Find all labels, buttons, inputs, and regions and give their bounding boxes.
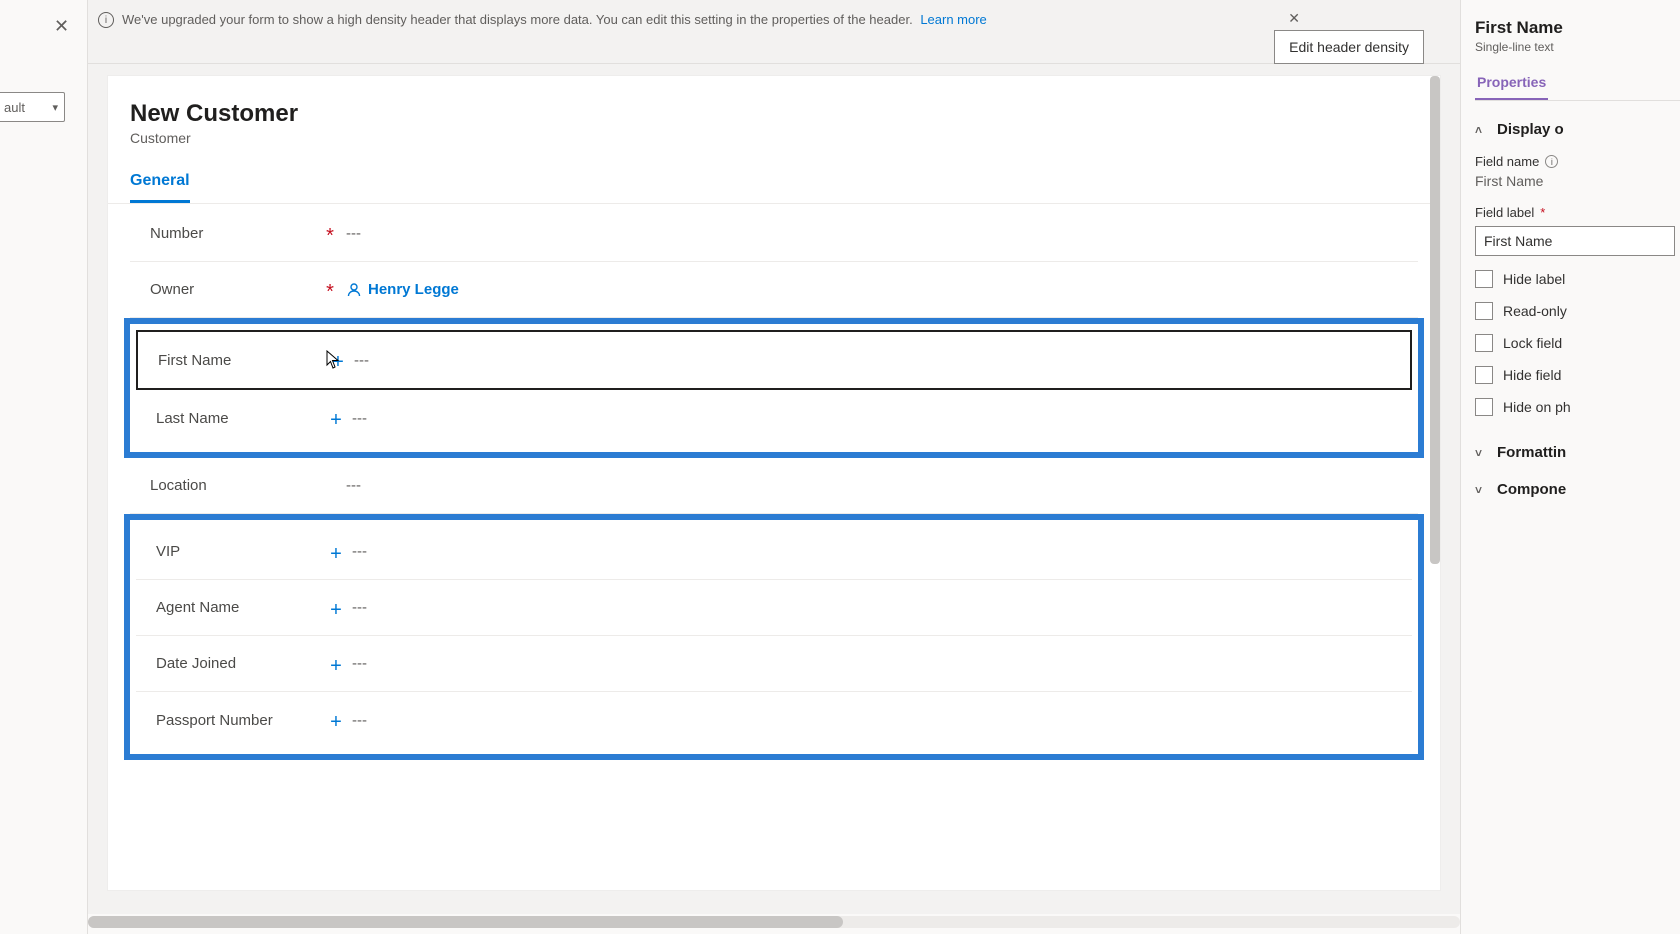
checkbox-label: Read-only xyxy=(1503,303,1567,319)
field-label: VIP xyxy=(156,543,326,560)
checkbox-label: Hide label xyxy=(1503,271,1565,287)
checkbox-icon[interactable] xyxy=(1475,366,1493,384)
checkbox-label: Hide on ph xyxy=(1503,399,1571,415)
field-row-passport-number[interactable]: Passport Number + --- xyxy=(136,692,1412,748)
field-value: --- xyxy=(348,352,1410,369)
chevron-down-icon: ▾ xyxy=(52,101,58,114)
field-name-label: Field name i xyxy=(1475,154,1680,169)
check-hide-label[interactable]: Hide label xyxy=(1475,270,1680,288)
field-value: --- xyxy=(346,543,1412,560)
section-display-options[interactable]: ˄ Display o xyxy=(1475,121,1680,138)
field-label-label: Field label * xyxy=(1475,205,1680,220)
checkbox-label: Hide field xyxy=(1503,367,1561,383)
field-name-value: First Name xyxy=(1475,173,1680,189)
notification-text: We've upgraded your form to show a high … xyxy=(122,10,987,29)
field-row-first-name[interactable]: First Name + --- xyxy=(138,332,1410,388)
left-rail: ✕ ault ▾ xyxy=(0,0,88,934)
form-surface: New Customer Customer General Number * -… xyxy=(108,76,1440,890)
chevron-down-icon: ˅ xyxy=(1475,483,1489,497)
scrollbar-thumb[interactable] xyxy=(88,916,843,928)
field-label: Agent Name xyxy=(156,599,326,616)
check-hide-field[interactable]: Hide field xyxy=(1475,366,1680,384)
field-row-number[interactable]: Number * --- xyxy=(130,206,1418,262)
entity-name: Customer xyxy=(130,130,1418,146)
owner-link[interactable]: Henry Legge xyxy=(368,281,459,298)
field-label: Location xyxy=(150,477,320,494)
tab-general[interactable]: General xyxy=(130,172,190,203)
field-label: First Name xyxy=(158,352,328,369)
notification-close-icon[interactable]: ✕ xyxy=(1288,10,1300,27)
person-icon xyxy=(346,282,362,298)
recommended-icon: + xyxy=(328,353,348,367)
section-label: Display o xyxy=(1497,121,1564,138)
notification-bar: i We've upgraded your form to show a hig… xyxy=(88,0,1460,64)
checkbox-icon[interactable] xyxy=(1475,398,1493,416)
field-row-owner[interactable]: Owner * Henry Legge xyxy=(130,262,1418,318)
field-value: --- xyxy=(346,712,1412,729)
field-list: Number * --- Owner * Henry Legge xyxy=(108,204,1440,780)
field-value: --- xyxy=(346,655,1412,672)
required-icon: * xyxy=(320,283,340,297)
section-label: Formattin xyxy=(1497,444,1566,461)
check-hide-on-phone[interactable]: Hide on ph xyxy=(1475,398,1680,416)
field-row-date-joined[interactable]: Date Joined + --- xyxy=(136,636,1412,692)
check-read-only[interactable]: Read-only xyxy=(1475,302,1680,320)
required-icon: * xyxy=(320,227,340,241)
chevron-up-icon: ˄ xyxy=(1475,123,1489,137)
field-label: Date Joined xyxy=(156,655,326,672)
learn-more-link[interactable]: Learn more xyxy=(920,12,986,27)
horizontal-scrollbar[interactable] xyxy=(88,916,1460,928)
form-header: New Customer Customer xyxy=(108,76,1440,146)
field-label: Last Name xyxy=(156,410,326,427)
recommended-icon: + xyxy=(326,411,346,425)
tab-properties[interactable]: Properties xyxy=(1475,74,1548,100)
field-label: Passport Number xyxy=(156,712,326,729)
selected-field-first-name[interactable]: First Name + --- xyxy=(136,330,1412,390)
field-row-last-name[interactable]: Last Name + --- xyxy=(136,390,1412,446)
field-row-agent-name[interactable]: Agent Name + --- xyxy=(136,580,1412,636)
field-label: Owner xyxy=(150,281,320,298)
check-lock-field[interactable]: Lock field xyxy=(1475,334,1680,352)
properties-tab-row: Properties xyxy=(1475,74,1680,101)
recommended-icon: + xyxy=(326,713,346,727)
chevron-down-icon: ˅ xyxy=(1475,446,1489,460)
tab-row: General xyxy=(108,172,1440,204)
form-selector-value: ault xyxy=(0,100,52,115)
properties-panel: First Name Single-line text Properties ˄… xyxy=(1460,0,1680,934)
section-formatting[interactable]: ˅ Formattin xyxy=(1475,444,1680,461)
info-icon: i xyxy=(98,12,114,28)
section-components[interactable]: ˅ Compone xyxy=(1475,481,1680,498)
checkbox-icon[interactable] xyxy=(1475,270,1493,288)
section-label: Compone xyxy=(1497,481,1566,498)
required-icon xyxy=(320,484,340,488)
checkbox-icon[interactable] xyxy=(1475,334,1493,352)
info-icon[interactable]: i xyxy=(1545,155,1558,168)
properties-title: First Name xyxy=(1475,18,1680,38)
recommended-icon: + xyxy=(326,545,346,559)
field-row-vip[interactable]: VIP + --- xyxy=(136,524,1412,580)
field-value: --- xyxy=(346,599,1412,616)
close-icon[interactable]: ✕ xyxy=(54,16,69,37)
field-value: --- xyxy=(340,477,1418,494)
field-label-input[interactable] xyxy=(1475,226,1675,256)
field-row-location[interactable]: Location --- xyxy=(130,458,1418,514)
field-value: --- xyxy=(340,225,1418,242)
recommended-icon: + xyxy=(326,657,346,671)
edit-header-density-button[interactable]: Edit header density xyxy=(1274,30,1424,64)
page-title: New Customer xyxy=(130,100,1418,128)
selection-group-names: First Name + --- Last Name + --- xyxy=(124,318,1424,458)
checkbox-label: Lock field xyxy=(1503,335,1562,351)
selection-group-additional: VIP + --- Agent Name + --- Date Joined +… xyxy=(124,514,1424,760)
notification-message: We've upgraded your form to show a high … xyxy=(122,12,913,27)
editor-area: i We've upgraded your form to show a hig… xyxy=(88,0,1460,914)
recommended-icon: + xyxy=(326,601,346,615)
field-value: --- xyxy=(346,410,1412,427)
form-selector-dropdown[interactable]: ault ▾ xyxy=(0,92,65,122)
field-value: Henry Legge xyxy=(340,281,1418,298)
field-label: Number xyxy=(150,225,320,242)
vertical-scrollbar[interactable] xyxy=(1430,76,1440,564)
properties-field-type: Single-line text xyxy=(1475,40,1680,54)
checkbox-icon[interactable] xyxy=(1475,302,1493,320)
